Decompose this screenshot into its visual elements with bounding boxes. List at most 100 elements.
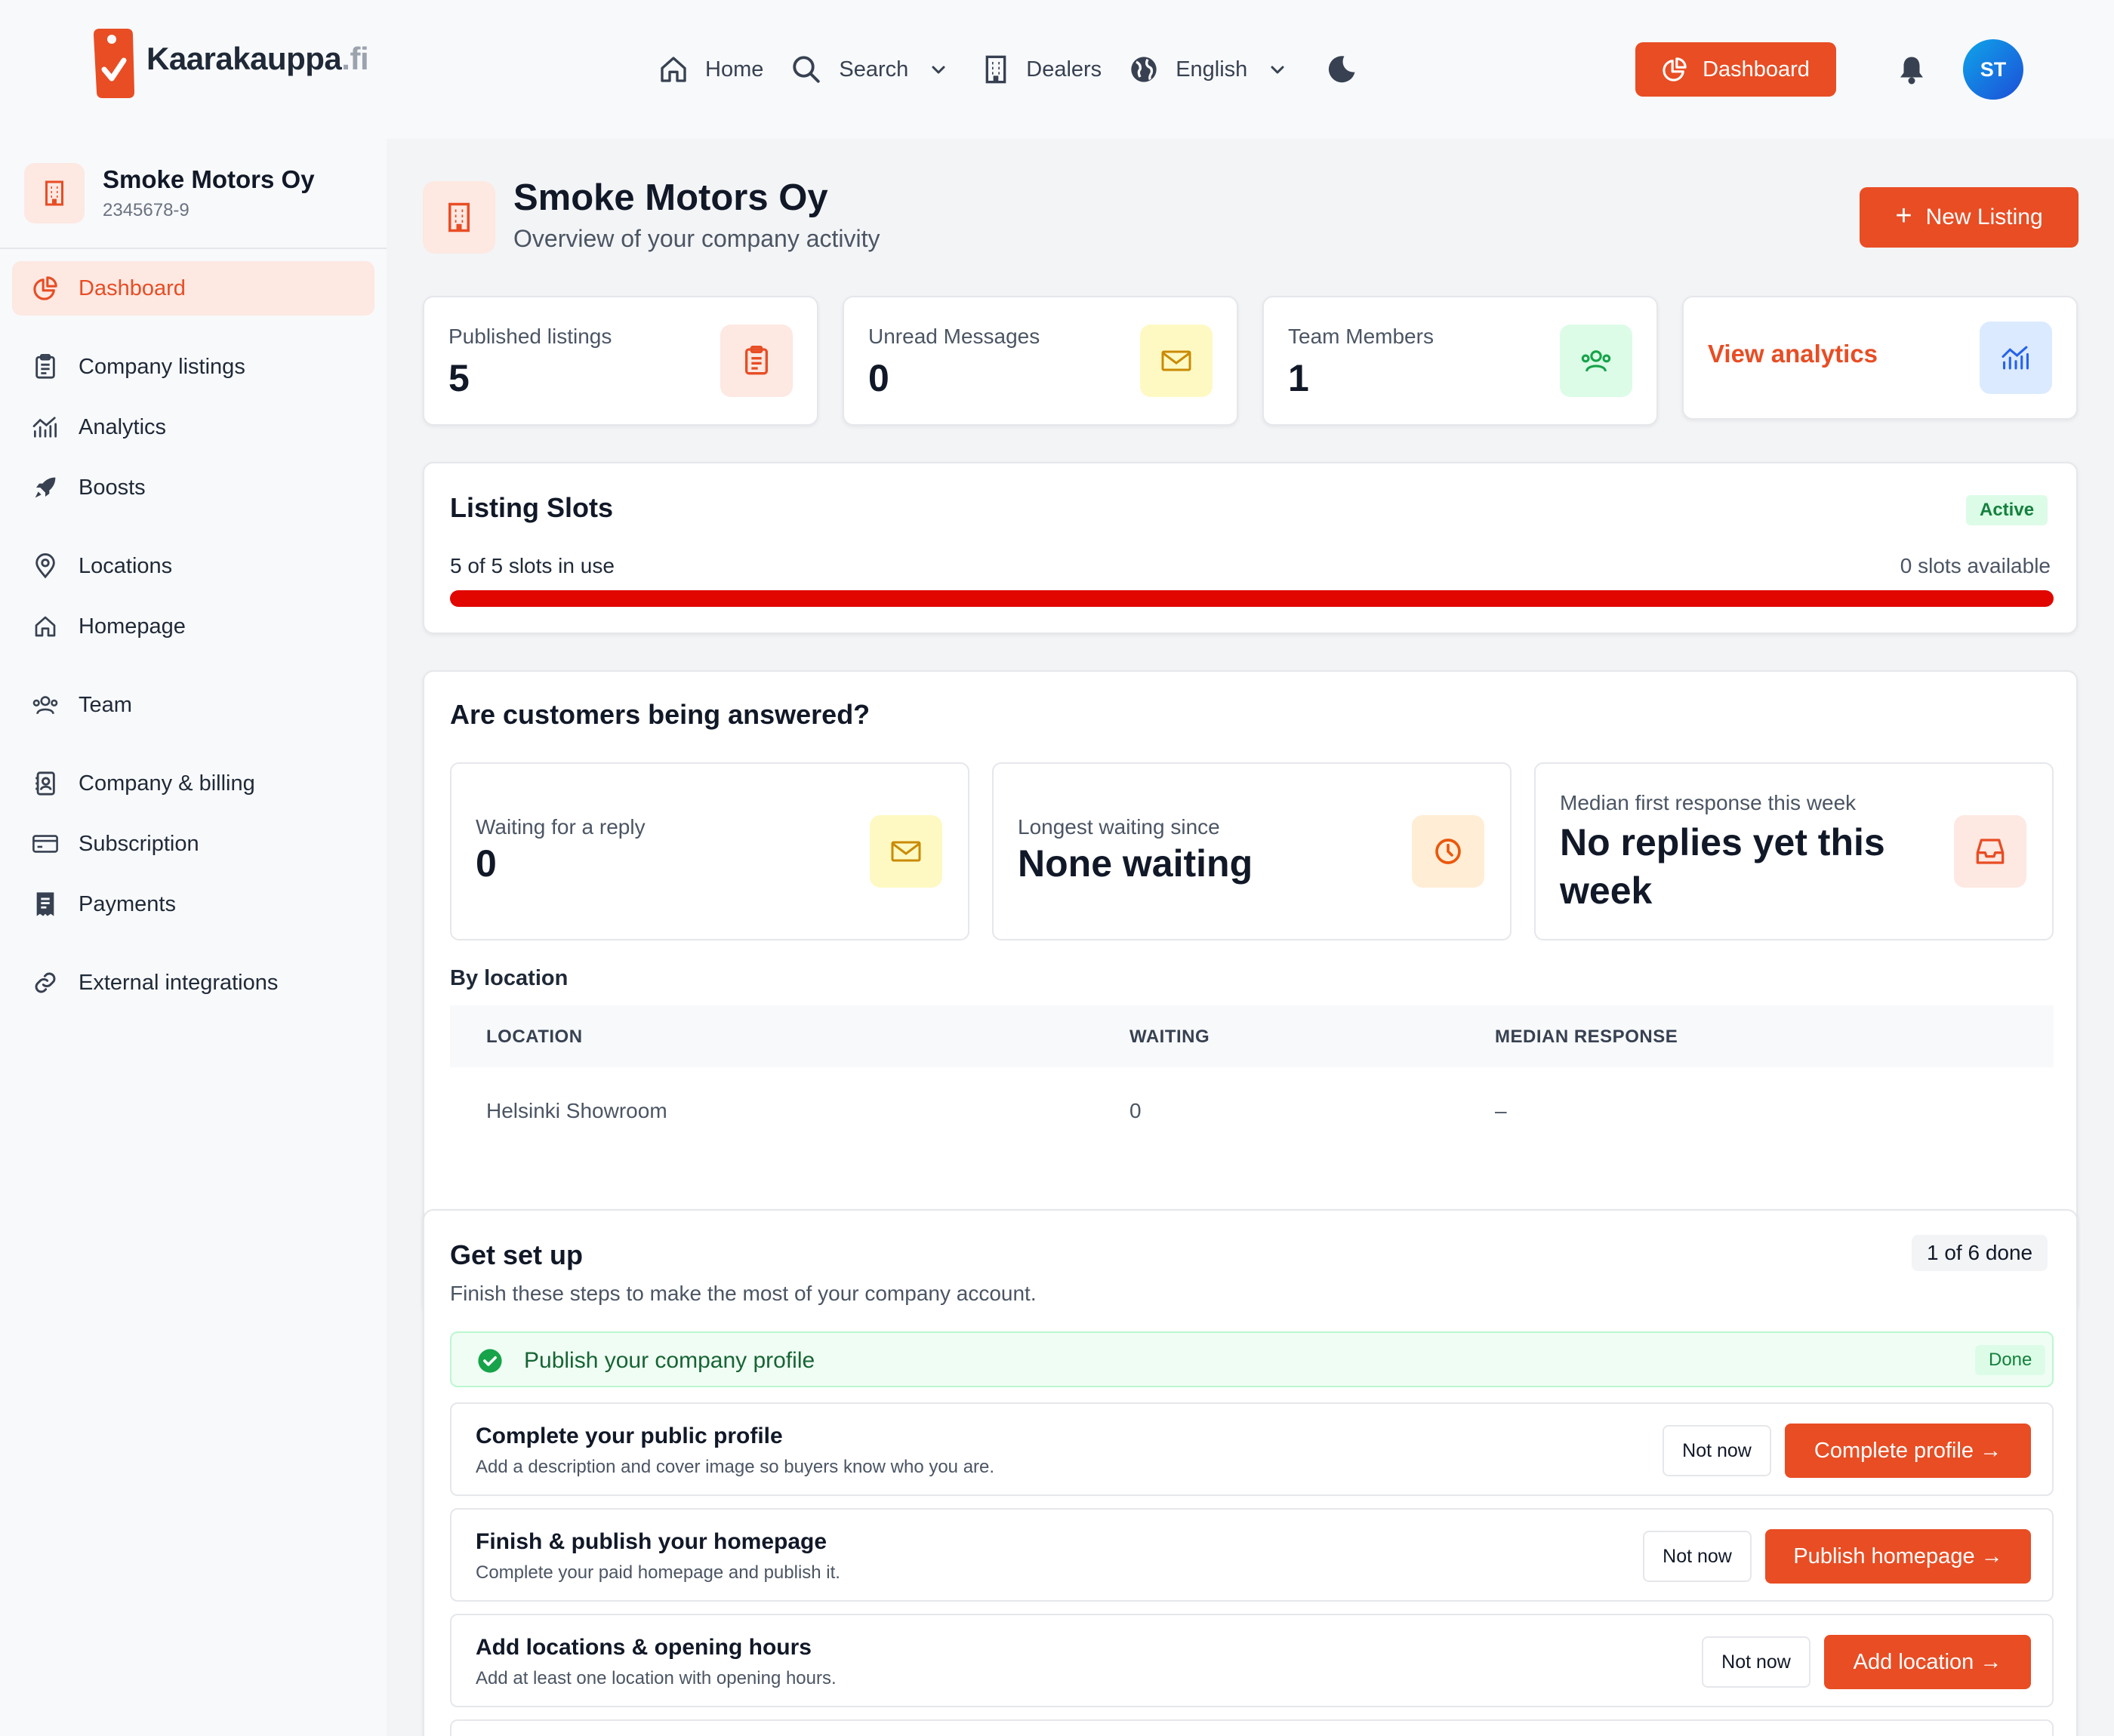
median-response-label: Median first response this week — [1560, 791, 1857, 814]
search-icon — [790, 54, 822, 85]
setup-step-next — [450, 1719, 2054, 1736]
waiting-reply-card: Waiting for a reply 0 — [450, 762, 969, 940]
sidebar-item-boosts[interactable]: Boosts — [12, 460, 374, 515]
nav-dealers[interactable]: Dealers — [982, 54, 1102, 85]
sidebar-item-label: Boosts — [79, 475, 146, 500]
stat-card-team-members: Team Members 1 — [1262, 296, 1658, 426]
moon-icon — [1326, 54, 1357, 85]
site-logo[interactable]: Kaarakauppa.fi — [89, 27, 369, 100]
mail-icon — [1140, 325, 1213, 397]
sidebar-item-analytics[interactable]: Analytics — [12, 400, 374, 454]
new-listing-label: New Listing — [1925, 205, 2043, 229]
chevron-down-icon[interactable] — [1268, 60, 1287, 78]
location-cell: Helsinki Showroom — [486, 1099, 667, 1122]
by-location-heading: By location — [450, 966, 569, 990]
view-analytics-card[interactable]: View analytics — [1682, 296, 2078, 420]
sidebar-company-name: Smoke Motors Oy — [103, 165, 315, 193]
sidebar-item-label: Locations — [79, 553, 173, 578]
median-response-value: No replies yet this week — [1560, 821, 1885, 912]
nav-search[interactable]: Search — [790, 54, 948, 85]
view-analytics-link[interactable]: View analytics — [1708, 340, 1878, 368]
not-now-button[interactable]: Not now — [1702, 1636, 1810, 1688]
bell-icon[interactable] — [1898, 54, 1925, 85]
sidebar-item-homepage[interactable]: Homepage — [12, 599, 374, 654]
setup-step-done-label: Publish your company profile — [524, 1348, 815, 1373]
add-location-button[interactable]: Add location → — [1824, 1635, 2031, 1689]
sidebar-item-label: Team — [79, 692, 132, 717]
sidebar-item-locations[interactable]: Locations — [12, 539, 374, 593]
top-header: Kaarakauppa.fi Home Search Dealers Engli… — [0, 0, 2114, 139]
sidebar-company-card: Smoke Motors Oy 2345678-9 — [24, 163, 315, 223]
sidebar-item-label: Company listings — [79, 354, 245, 379]
sidebar: Smoke Motors Oy 2345678-9 Dashboard Comp… — [0, 139, 387, 1736]
setup-step-publish-homepage: Finish & publish your homepage Complete … — [450, 1508, 2054, 1602]
inbox-icon — [1954, 815, 2026, 888]
setup-step-title: Add locations & opening hours — [476, 1635, 812, 1660]
sidebar-item-label: External integrations — [79, 970, 279, 995]
setup-subtitle: Finish these steps to make the most of y… — [450, 1282, 1037, 1305]
column-header[interactable]: MEDIAN RESPONSE — [1495, 1027, 1678, 1048]
complete-profile-button[interactable]: Complete profile → — [1785, 1424, 2031, 1478]
map-pin-icon — [32, 553, 59, 579]
stat-value: 5 — [448, 357, 470, 399]
nav-home[interactable]: Home — [658, 54, 763, 85]
setup-step-desc: Add at least one location with opening h… — [476, 1668, 837, 1688]
header-dashboard-label: Dashboard — [1703, 57, 1810, 82]
longest-waiting-card: Longest waiting since None waiting — [992, 762, 1512, 940]
sidebar-item-label: Payments — [79, 891, 176, 916]
link-icon — [32, 971, 59, 995]
main-nav: Home Search Dealers English — [658, 50, 1357, 89]
table-header: LOCATION WAITING MEDIAN RESPONSE — [450, 1005, 2054, 1067]
stat-label: Published listings — [448, 325, 612, 348]
receipt-icon — [32, 891, 59, 917]
pie-chart-icon — [1662, 57, 1687, 82]
theme-toggle[interactable] — [1326, 54, 1357, 85]
clipboard-icon — [32, 354, 59, 380]
setup-step-title: Finish & publish your homepage — [476, 1529, 827, 1554]
page-title: Smoke Motors Oy — [513, 177, 828, 218]
chevron-down-icon[interactable] — [929, 60, 948, 78]
column-header[interactable]: LOCATION — [486, 1027, 583, 1048]
waiting-reply-label: Waiting for a reply — [476, 815, 646, 839]
contact-book-icon — [32, 771, 59, 796]
nav-home-label: Home — [705, 57, 764, 82]
waiting-reply-value: 0 — [476, 842, 497, 885]
new-listing-button[interactable]: + New Listing — [1860, 187, 2079, 248]
sidebar-item-label: Subscription — [79, 831, 199, 856]
sidebar-item-payments[interactable]: Payments — [12, 877, 374, 931]
language-selector[interactable]: English — [1129, 54, 1287, 85]
not-now-button[interactable]: Not now — [1643, 1531, 1752, 1582]
logo-wordmark: Kaarakauppa.fi — [146, 41, 369, 76]
setup-step-complete-profile: Complete your public profile Add a descr… — [450, 1402, 2054, 1496]
credit-card-icon — [32, 834, 59, 854]
header-dashboard-button[interactable]: Dashboard — [1635, 42, 1836, 97]
analytics-icon — [32, 416, 59, 439]
user-avatar[interactable]: ST — [1963, 39, 2023, 100]
sidebar-item-label: Homepage — [79, 614, 186, 639]
setup-step-done: Publish your company profile Done — [450, 1331, 2054, 1387]
analytics-icon — [1980, 322, 2052, 394]
waiting-cell: 0 — [1129, 1099, 1142, 1122]
column-header[interactable]: WAITING — [1129, 1027, 1210, 1048]
sidebar-item-team[interactable]: Team — [12, 678, 374, 732]
building-icon — [982, 54, 1009, 85]
sidebar-item-company-listings[interactable]: Company listings — [12, 340, 374, 394]
stat-label: Unread Messages — [868, 325, 1040, 348]
response-title: Are customers being answered? — [450, 699, 871, 730]
language-label: English — [1176, 57, 1248, 82]
not-now-button[interactable]: Not now — [1663, 1425, 1771, 1476]
rocket-icon — [32, 476, 59, 500]
sidebar-item-label: Dashboard — [79, 275, 186, 300]
sidebar-item-company-billing[interactable]: Company & billing — [12, 756, 374, 811]
setup-step-desc: Add a description and cover image so buy… — [476, 1457, 995, 1477]
sidebar-item-dashboard[interactable]: Dashboard — [12, 261, 374, 315]
pie-chart-icon — [32, 275, 59, 301]
setup-step-title: Complete your public profile — [476, 1424, 783, 1448]
sidebar-item-external-integrations[interactable]: External integrations — [12, 956, 374, 1010]
clipboard-icon — [720, 325, 793, 397]
median-cell: – — [1495, 1099, 1507, 1122]
stat-card-unread-messages: Unread Messages 0 — [843, 296, 1238, 426]
slots-available: 0 slots available — [1900, 554, 2051, 577]
sidebar-item-subscription[interactable]: Subscription — [12, 817, 374, 871]
publish-homepage-button[interactable]: Publish homepage → — [1765, 1529, 2031, 1584]
